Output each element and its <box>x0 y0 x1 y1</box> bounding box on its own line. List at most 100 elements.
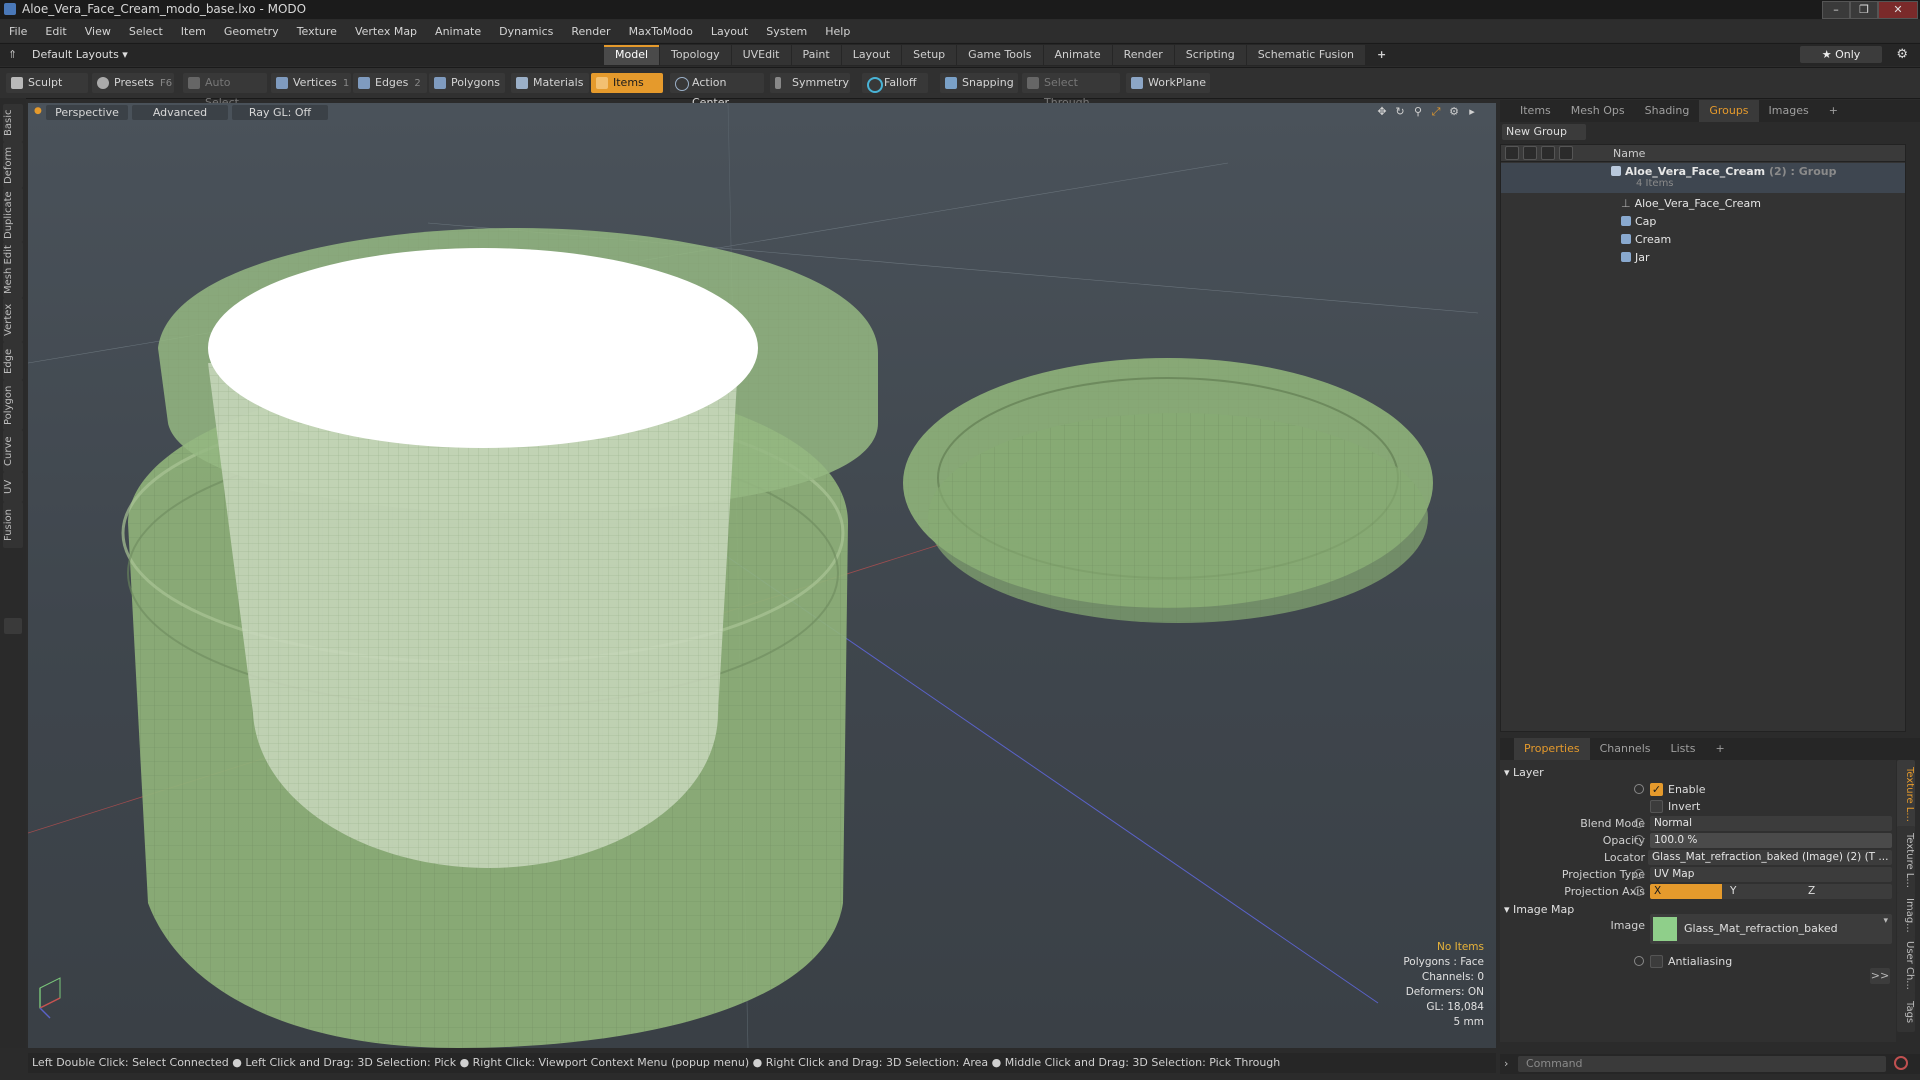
projection-type-keyframe-dot[interactable] <box>1634 869 1644 879</box>
tab-properties[interactable]: Properties <box>1514 738 1590 760</box>
tab-render[interactable]: Render <box>1112 45 1174 65</box>
workplane-button[interactable]: WorkPlane <box>1126 73 1210 93</box>
auto-select-button[interactable]: Auto Select <box>183 73 267 109</box>
tab-topology[interactable]: Topology <box>660 45 731 65</box>
minimize-button[interactable]: – <box>1822 1 1850 19</box>
record-icon[interactable] <box>1894 1056 1908 1070</box>
menu-file[interactable]: File <box>0 25 36 38</box>
tab-scripting[interactable]: Scripting <box>1174 45 1246 65</box>
tab-channels[interactable]: Channels <box>1590 738 1661 760</box>
select-through-button[interactable]: Select Through <box>1022 73 1120 109</box>
pan-icon[interactable]: ✥ <box>1376 106 1388 118</box>
tab-items[interactable]: Items <box>1500 100 1561 122</box>
image-dropdown-arrow-icon[interactable]: ▾ <box>1883 916 1888 926</box>
action-center-button[interactable]: Action Center <box>670 73 764 109</box>
tab-schematic-fusion[interactable]: Schematic Fusion <box>1246 45 1366 65</box>
symmetry-button[interactable]: Symmetry <box>770 73 850 93</box>
close-button[interactable]: ✕ <box>1878 1 1918 19</box>
visibility-column-icon[interactable] <box>1505 146 1519 160</box>
enable-keyframe-dot[interactable] <box>1634 784 1644 794</box>
materials-button[interactable]: Materials <box>511 73 589 93</box>
vertices-button[interactable]: Vertices 1 <box>271 73 351 93</box>
select-column-icon[interactable] <box>1559 146 1573 160</box>
view-type-dropdown[interactable]: Perspective <box>46 105 128 120</box>
tab-basic[interactable]: Basic <box>3 104 23 142</box>
menu-vertex-map[interactable]: Vertex Map <box>346 25 426 38</box>
image-selector[interactable]: Glass_Mat_refraction_baked ▾ <box>1650 914 1892 944</box>
tab-polygon[interactable]: Polygon <box>3 380 23 430</box>
gear-icon[interactable]: ⚙ <box>1896 47 1908 62</box>
tab-images[interactable]: Images <box>1759 100 1819 122</box>
locator-dropdown[interactable]: Glass_Mat_refraction_baked (Image) (2) (… <box>1648 850 1892 865</box>
menu-animate[interactable]: Animate <box>426 25 490 38</box>
tab-texture-layers-2[interactable]: Texture L... <box>1897 826 1915 894</box>
tab-setup[interactable]: Setup <box>902 45 957 65</box>
rotate-icon[interactable]: ↻ <box>1394 106 1406 118</box>
viewport-settings-icon[interactable]: ⚙ <box>1448 106 1460 118</box>
tab-duplicate[interactable]: Duplicate <box>3 188 23 242</box>
add-tab-button[interactable]: + <box>1366 45 1397 65</box>
sculpt-button[interactable]: Sculpt <box>6 73 88 93</box>
zoom-icon[interactable]: ⚲ <box>1412 106 1424 118</box>
antialiasing-checkbox[interactable] <box>1650 955 1663 968</box>
tab-mesh-edit[interactable]: Mesh Edit <box>3 242 23 298</box>
snapping-button[interactable]: Snapping <box>940 73 1018 93</box>
panel-toggle-icon[interactable] <box>4 618 22 634</box>
menu-maxtomodo[interactable]: MaxToModo <box>620 25 702 38</box>
layer-section-header[interactable]: ▾ Layer <box>1504 766 1544 779</box>
menu-view[interactable]: View <box>76 25 120 38</box>
add-properties-tab-button[interactable]: + <box>1705 738 1734 760</box>
render-column-icon[interactable] <box>1523 146 1537 160</box>
tab-shading[interactable]: Shading <box>1635 100 1700 122</box>
list-item[interactable]: ⊥ Aloe_Vera_Face_Cream <box>1501 195 1905 213</box>
add-panel-tab-button[interactable]: + <box>1819 100 1848 122</box>
axis-x-option[interactable]: X <box>1650 884 1722 899</box>
new-group-button[interactable]: New Group <box>1502 124 1586 140</box>
items-button[interactable]: Items <box>591 73 663 93</box>
projection-axis-keyframe-dot[interactable] <box>1634 886 1644 896</box>
maximize-view-icon[interactable]: ⤢ <box>1430 106 1442 118</box>
list-item[interactable]: Jar <box>1501 249 1905 267</box>
menu-geometry[interactable]: Geometry <box>215 25 288 38</box>
cap-mesh[interactable] <box>903 358 1433 623</box>
expand-arrow-icon[interactable]: ▸ <box>1466 106 1478 118</box>
tab-animate[interactable]: Animate <box>1043 45 1112 65</box>
tab-fusion[interactable]: Fusion <box>3 502 23 548</box>
menu-layout[interactable]: Layout <box>702 25 757 38</box>
menu-system[interactable]: System <box>757 25 816 38</box>
raygl-toggle[interactable]: Ray GL: Off <box>232 105 328 120</box>
blend-mode-keyframe-dot[interactable] <box>1634 818 1644 828</box>
menu-help[interactable]: Help <box>816 25 859 38</box>
falloff-button[interactable]: Falloff <box>862 73 928 93</box>
invert-checkbox[interactable] <box>1650 800 1663 813</box>
tab-layout[interactable]: Layout <box>841 45 902 65</box>
tab-paint[interactable]: Paint <box>791 45 841 65</box>
tab-mesh-ops[interactable]: Mesh Ops <box>1561 100 1635 122</box>
more-button[interactable]: >> <box>1870 968 1890 984</box>
axis-z-option[interactable]: Z <box>1804 884 1884 899</box>
edges-button[interactable]: Edges 2 <box>353 73 427 93</box>
menu-item[interactable]: Item <box>172 25 215 38</box>
tab-deform[interactable]: Deform <box>3 142 23 188</box>
tab-groups[interactable]: Groups <box>1699 100 1759 122</box>
layout-arrow-icon[interactable]: ⇑ <box>8 48 17 61</box>
list-item[interactable]: Cream <box>1501 231 1905 249</box>
tab-user-channels[interactable]: User Ch... <box>1897 936 1915 994</box>
lock-column-icon[interactable] <box>1541 146 1555 160</box>
group-row[interactable]: Aloe_Vera_Face_Cream (2) : Group 4 Items <box>1501 163 1905 193</box>
cream-mesh[interactable] <box>208 248 758 868</box>
tab-model[interactable]: Model <box>604 45 660 65</box>
tab-edge[interactable]: Edge <box>3 342 23 380</box>
tab-image[interactable]: Imag... <box>1897 892 1915 938</box>
maximize-button[interactable]: ❐ <box>1850 1 1878 19</box>
menu-edit[interactable]: Edit <box>36 25 75 38</box>
tab-uvedit[interactable]: UVEdit <box>731 45 791 65</box>
tab-vertex[interactable]: Vertex <box>3 298 23 342</box>
menu-render[interactable]: Render <box>562 25 619 38</box>
tab-game-tools[interactable]: Game Tools <box>957 45 1043 65</box>
viewport-menu-icon[interactable]: ● <box>34 106 42 116</box>
command-input[interactable]: Command <box>1518 1056 1886 1072</box>
image-map-section-header[interactable]: ▾ Image Map <box>1504 903 1574 916</box>
tab-tags[interactable]: Tags <box>1897 992 1915 1032</box>
layout-preset-dropdown[interactable]: Default Layouts ▾ <box>32 48 128 61</box>
